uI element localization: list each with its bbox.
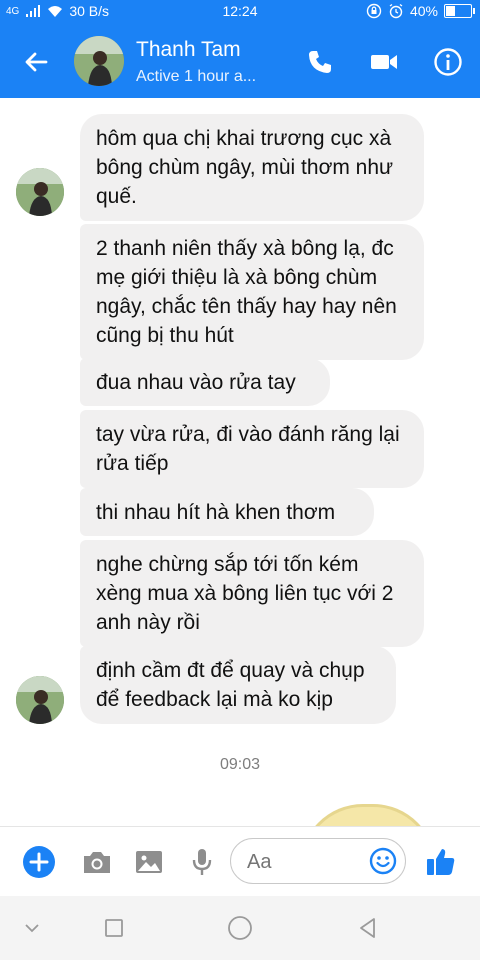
- message-bubble[interactable]: thi nhau hít hà khen thơm: [80, 488, 374, 536]
- system-nav-bar: [0, 896, 480, 960]
- message-bubble[interactable]: đua nhau vào rửa tay: [80, 358, 330, 406]
- status-bar: 4G 30 B/s 12:24 40%: [0, 0, 480, 24]
- chat-header: Thanh Tam Active 1 hour a...: [0, 24, 480, 98]
- sender-avatar[interactable]: [16, 676, 64, 724]
- sticker-image[interactable]: [300, 804, 436, 826]
- message-list[interactable]: hôm qua chị khai trương cục xà bông chùm…: [0, 98, 480, 826]
- back-arrow-icon[interactable]: [20, 46, 52, 78]
- chevron-down-icon[interactable]: [18, 914, 46, 942]
- message-bubble[interactable]: nghe chừng sắp tới tốn kém xèng mua xà b…: [80, 540, 424, 647]
- message-composer: [0, 826, 480, 897]
- message-input-box[interactable]: [230, 838, 406, 884]
- image-icon[interactable]: [132, 845, 166, 879]
- phone-icon[interactable]: [304, 46, 336, 78]
- recents-icon[interactable]: [100, 914, 128, 942]
- contact-avatar[interactable]: [74, 36, 124, 86]
- message-bubble[interactable]: hôm qua chị khai trương cục xà bông chùm…: [80, 114, 424, 221]
- emoji-icon[interactable]: [369, 847, 397, 875]
- lock-rotation-icon: [366, 3, 382, 19]
- sender-avatar[interactable]: [16, 168, 64, 216]
- plus-icon[interactable]: [22, 845, 56, 879]
- message-bubble[interactable]: định cầm đt để quay và chụp để feedback …: [80, 646, 396, 724]
- alarm-icon: [389, 3, 403, 19]
- active-status: Active 1 hour a...: [136, 68, 257, 85]
- video-camera-icon[interactable]: [368, 46, 400, 78]
- message-timestamp: 09:03: [219, 756, 261, 773]
- back-triangle-icon[interactable]: [354, 914, 382, 942]
- info-icon[interactable]: [432, 46, 464, 78]
- microphone-icon[interactable]: [185, 845, 219, 879]
- battery-icon: [444, 4, 475, 18]
- message-input[interactable]: [245, 847, 369, 877]
- home-icon[interactable]: [226, 914, 254, 942]
- contact-name[interactable]: Thanh Tam: [136, 38, 241, 62]
- message-bubble[interactable]: tay vừa rửa, đi vào đánh răng lại rửa ti…: [80, 410, 424, 488]
- battery-percent: 40%: [409, 3, 438, 19]
- camera-icon[interactable]: [80, 845, 114, 879]
- thumbs-up-icon[interactable]: [424, 845, 458, 879]
- message-bubble[interactable]: 2 thanh niên thấy xà bông lạ, đc mẹ giới…: [80, 224, 424, 360]
